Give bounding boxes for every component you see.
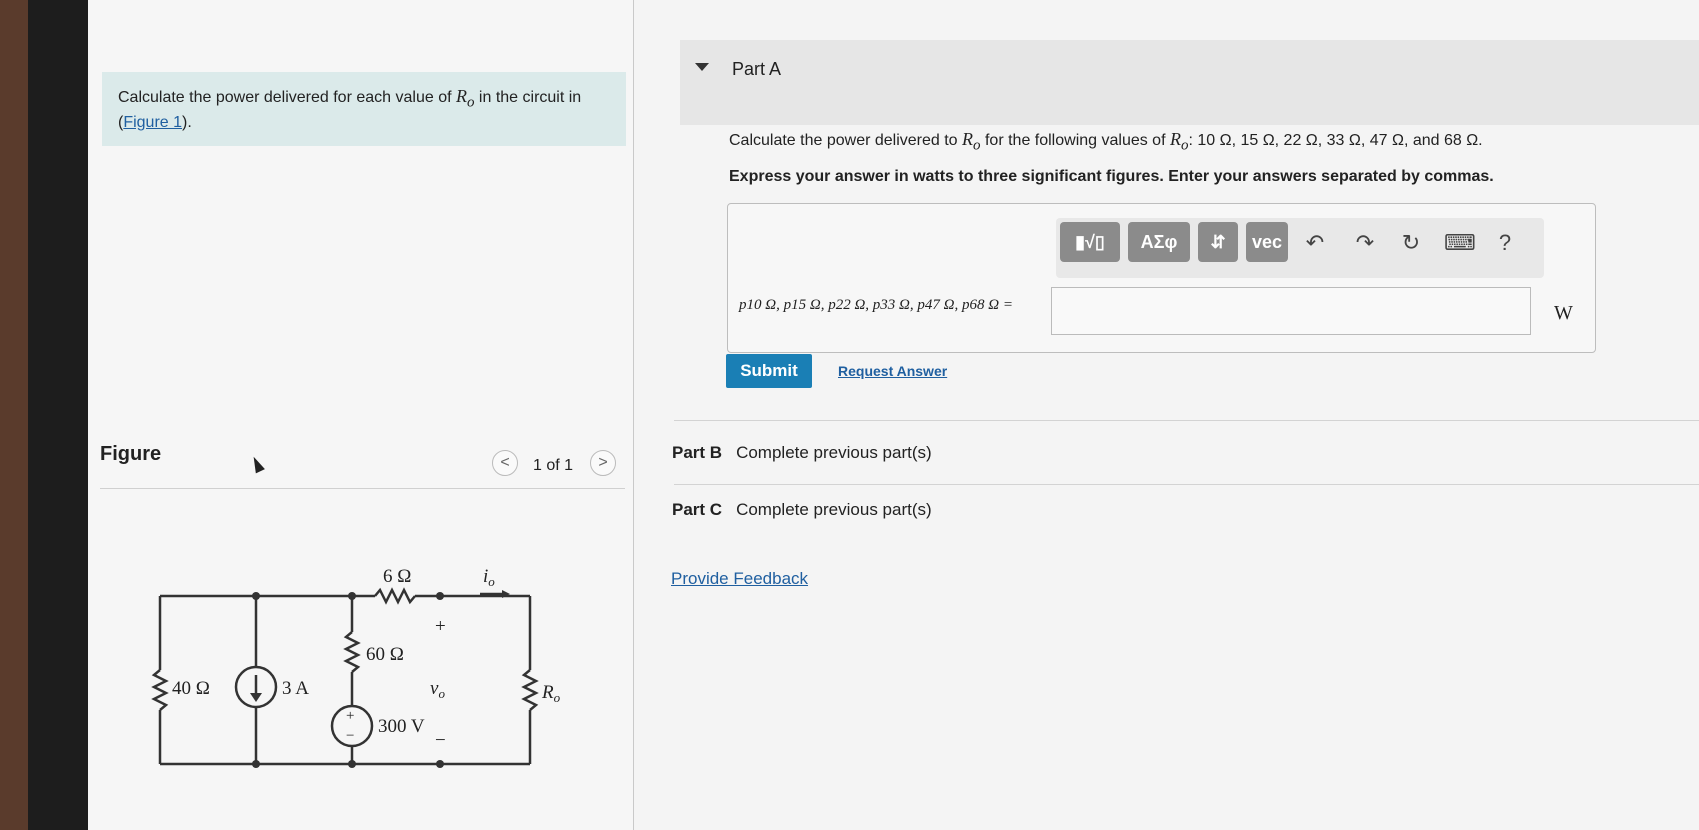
figure-divider xyxy=(100,488,625,489)
problem-text-end: ). xyxy=(182,113,192,131)
answer-unit: W xyxy=(1554,302,1573,324)
pane-divider xyxy=(633,0,634,830)
label-3a: 3 A xyxy=(282,678,309,699)
section-divider xyxy=(674,420,1699,421)
part-c-row[interactable]: Part C Complete previous part(s) xyxy=(672,500,932,520)
node-dot xyxy=(436,592,444,600)
label-minus-bottom: − xyxy=(435,730,446,751)
resistor-ro xyxy=(521,669,539,711)
problem-statement: Calculate the power delivered for each v… xyxy=(102,72,626,146)
help-icon[interactable]: ? xyxy=(1490,228,1520,258)
label-ro: Ro xyxy=(541,682,561,705)
keyboard-icon[interactable]: ⌨ xyxy=(1444,228,1476,258)
part-a-question: Calculate the power delivered to Ro for … xyxy=(729,129,1483,154)
redo-icon[interactable]: ↷ xyxy=(1350,228,1380,258)
part-a-title: Part A xyxy=(732,59,782,79)
down-arrow-icon xyxy=(250,693,262,702)
desk-edge xyxy=(0,0,28,830)
label-src-plus: + xyxy=(346,708,354,724)
figure-pager-text: 1 of 1 xyxy=(533,457,574,474)
reset-icon[interactable]: ↻ xyxy=(1396,228,1426,258)
undo-icon[interactable]: ↶ xyxy=(1300,228,1330,258)
collapse-caret-icon[interactable] xyxy=(695,63,709,71)
label-r6: 6 Ω xyxy=(383,566,411,587)
part-c-status: Complete previous part(s) xyxy=(736,500,932,519)
node-dot xyxy=(252,592,260,600)
provide-feedback-link[interactable]: Provide Feedback xyxy=(671,569,808,589)
figure-next-button[interactable]: > xyxy=(590,450,616,476)
circuit-diagram: 6 Ω io + 60 Ω 40 Ω 3 A vo Ro 300 V − + − xyxy=(151,566,561,768)
answer-input[interactable] xyxy=(1051,287,1531,335)
node-dot xyxy=(348,760,356,768)
label-r60: 60 Ω xyxy=(366,644,404,665)
greek-symbols-button[interactable]: ΑΣφ xyxy=(1128,222,1190,262)
part-b-title: Part B xyxy=(672,443,723,462)
label-300v: 300 V xyxy=(378,716,425,737)
label-io: io xyxy=(483,566,495,589)
submit-button[interactable]: Submit xyxy=(726,354,812,388)
part-b-row[interactable]: Part B Complete previous part(s) xyxy=(672,443,932,463)
part-a-header[interactable] xyxy=(680,40,1699,125)
templates-button[interactable]: ▮√▯ xyxy=(1060,222,1120,262)
resistor-60-ohm xyxy=(343,631,361,673)
label-vo: vo xyxy=(430,678,445,701)
node-dot xyxy=(436,760,444,768)
request-answer-link[interactable]: Request Answer xyxy=(838,363,947,379)
label-plus-top: + xyxy=(435,616,446,637)
problem-variable: Ro xyxy=(455,86,475,111)
figure-link[interactable]: Figure 1 xyxy=(123,114,182,131)
label-r40: 40 Ω xyxy=(172,678,210,699)
resistor-6-ohm xyxy=(374,587,416,605)
figure-heading: Figure xyxy=(100,443,162,465)
label-src-minus: − xyxy=(346,728,354,744)
node-dot xyxy=(348,592,356,600)
figure-prev-button[interactable]: < xyxy=(492,450,518,476)
part-b-status: Complete previous part(s) xyxy=(736,443,932,462)
vector-button[interactable]: vec xyxy=(1246,222,1288,262)
problem-text: Calculate the power delivered for each v… xyxy=(118,89,456,106)
section-divider xyxy=(674,484,1699,485)
node-dot xyxy=(252,760,260,768)
part-c-title: Part C xyxy=(672,500,723,519)
answer-label: p10 Ω, p15 Ω, p22 Ω, p33 Ω, p47 Ω, p68 Ω… xyxy=(739,297,1013,313)
resistor-40-ohm xyxy=(151,669,169,711)
arrows-button[interactable]: ⇵ xyxy=(1198,222,1238,262)
part-a-instructions: Express your answer in watts to three si… xyxy=(729,168,1494,185)
